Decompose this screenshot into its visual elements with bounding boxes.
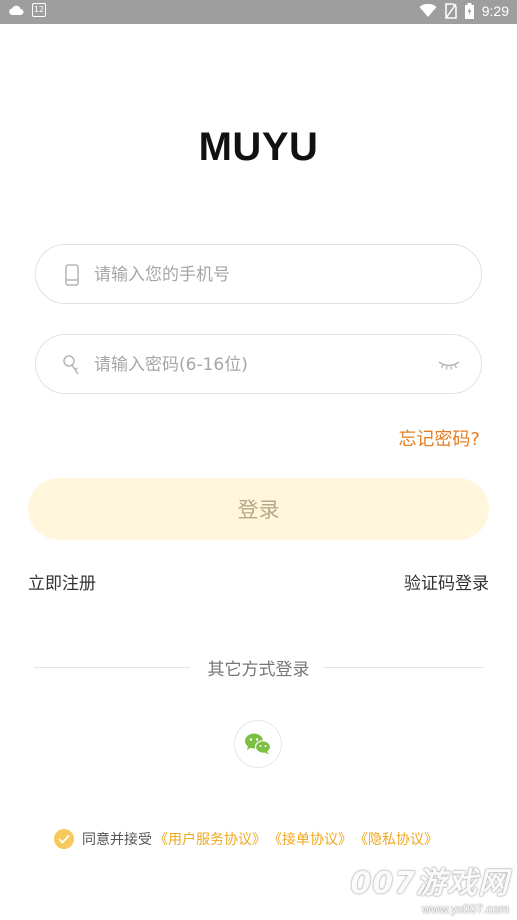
phone-field[interactable] <box>35 244 482 304</box>
forgot-password-link[interactable]: 忘记密码? <box>398 425 480 451</box>
phone-icon <box>65 264 79 286</box>
password-input[interactable] <box>92 345 456 385</box>
agreement-prefix: 同意并接受 <box>82 832 152 848</box>
status-bar-left: 12 <box>8 3 46 17</box>
status-bar-right: 9:29 <box>419 3 509 19</box>
privacy-agreement-link[interactable]: 《隐私协议》 <box>354 829 438 849</box>
calendar-day: 12 <box>33 5 45 14</box>
calendar-icon: 12 <box>32 3 46 17</box>
status-time: 9:29 <box>481 3 509 19</box>
status-bar: 12 9:29 <box>0 0 517 24</box>
login-button[interactable]: 登录 <box>28 478 489 540</box>
watermark-brand: 007游戏网 <box>350 866 509 901</box>
other-login-label: 其它方式登录 <box>207 660 310 680</box>
password-field[interactable] <box>35 334 482 394</box>
agreement-checkbox[interactable] <box>54 829 74 849</box>
watermark-url: www.yx007.com <box>422 902 509 916</box>
user-service-agreement-link[interactable]: 《用户服务协议》 <box>154 829 266 849</box>
eye-closed-icon[interactable] <box>437 355 461 375</box>
watermark: 007游戏网 www.yx007.com <box>350 858 509 916</box>
wechat-login-button[interactable] <box>234 720 282 768</box>
battery-icon <box>464 3 474 19</box>
wechat-icon <box>245 733 272 755</box>
check-icon <box>58 834 70 844</box>
wifi-icon <box>419 4 437 17</box>
phone-input[interactable] <box>92 255 456 295</box>
app-logo: MUYU <box>198 125 319 169</box>
code-login-link[interactable]: 验证码登录 <box>404 569 489 594</box>
no-sim-icon <box>445 3 457 19</box>
order-agreement-link[interactable]: 《接单协议》 <box>268 829 352 849</box>
register-link[interactable]: 立即注册 <box>28 569 96 594</box>
other-login-divider: 其它方式登录 <box>34 655 483 680</box>
cloud-icon <box>9 5 24 15</box>
agreement-row: 同意并接受 《用户服务协议》 《接单协议》 《隐私协议》 <box>54 829 438 849</box>
key-icon <box>63 355 79 375</box>
